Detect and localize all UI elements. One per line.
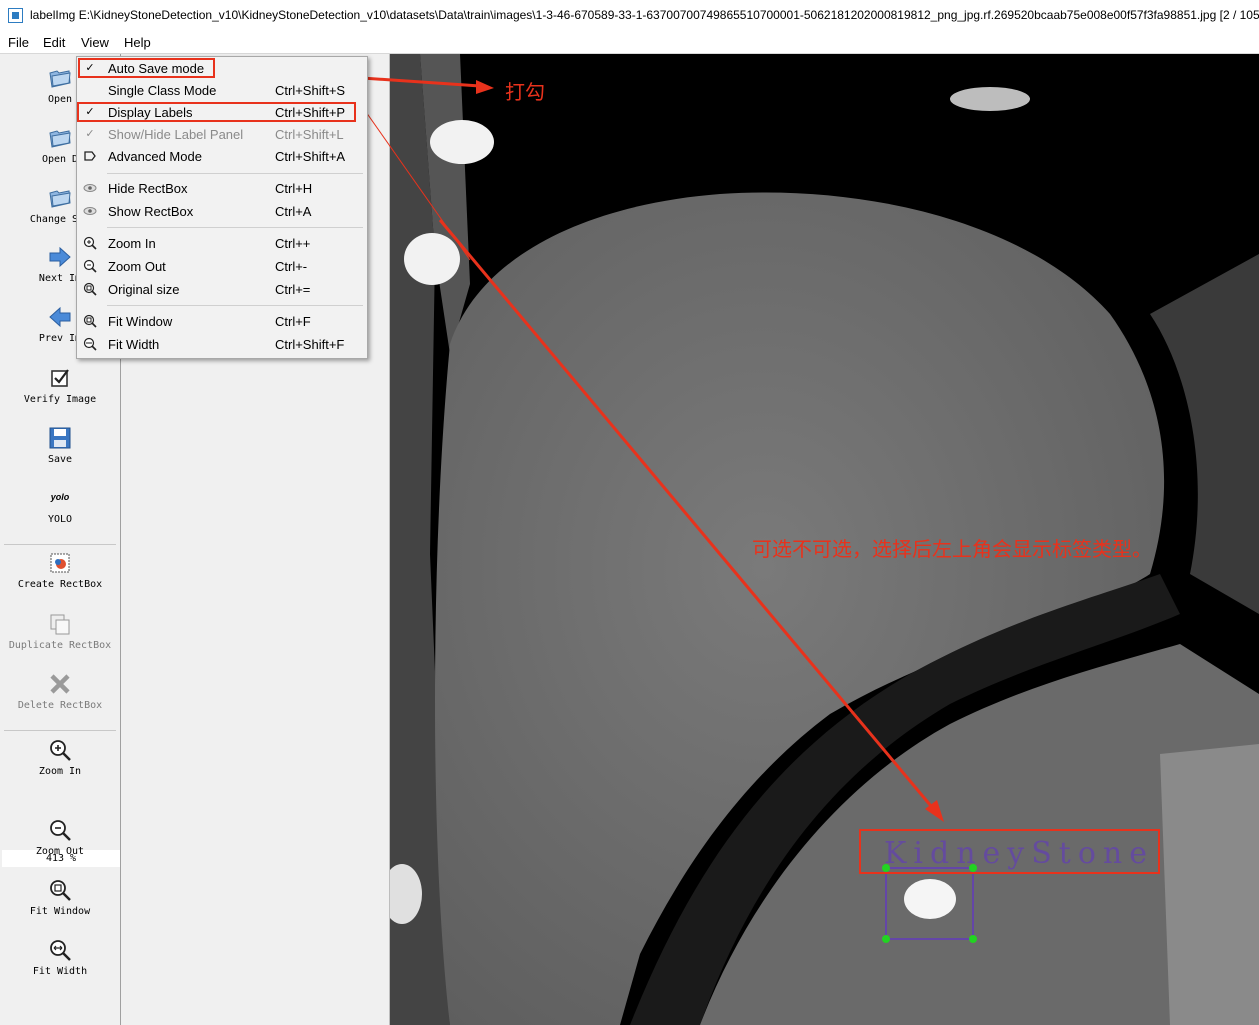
- delete-x-icon: [50, 674, 70, 694]
- checkmark-icon: ✓: [85, 128, 95, 140]
- app-icon: [8, 8, 23, 23]
- fit-window-icon: [50, 880, 71, 901]
- menu-item-shortcut: Ctrl+Shift+F: [275, 337, 345, 352]
- menu-item-label: Zoom Out: [108, 259, 166, 274]
- yolo-label: YOLO: [47, 514, 73, 525]
- zoom-out-label: Zoom Out: [35, 846, 85, 857]
- original-size-icon: [83, 282, 97, 296]
- menu-item-fit-window[interactable]: Fit Window Ctrl+F: [77, 311, 367, 333]
- fit-width-icon: [83, 337, 97, 351]
- menu-item-shortcut: Ctrl+A: [275, 204, 312, 219]
- menu-item-label: Single Class Mode: [108, 83, 217, 98]
- create-rectbox-label: Create RectBox: [17, 579, 103, 590]
- eye-icon: [83, 181, 97, 195]
- check-annotation: 打勾: [505, 80, 545, 104]
- display-labels-annotation: 可选不可选，选择后左上角会显示标签类型。: [752, 537, 1152, 561]
- folder-open-icon: [49, 130, 71, 148]
- menu-item-shortcut: Ctrl+-: [275, 259, 308, 274]
- menu-item-zoom-out[interactable]: Zoom Out Ctrl+-: [77, 256, 367, 278]
- menu-item-zoom-in[interactable]: Zoom In Ctrl++: [77, 233, 367, 255]
- save-label: Save: [47, 454, 73, 465]
- menu-item-label: Zoom In: [108, 236, 156, 251]
- menu-item-shortcut: Ctrl+F: [275, 314, 311, 329]
- auto-save-highlight-box: [78, 58, 215, 78]
- arrow-right-icon: [49, 246, 71, 268]
- fit-width-label: Fit Width: [32, 966, 88, 977]
- folder-open-icon: [49, 190, 71, 208]
- yolo-icon: yolo: [50, 492, 70, 502]
- menu-item-label: Hide RectBox: [108, 181, 188, 196]
- menu-item-fit-width[interactable]: Fit Width Ctrl+Shift+F: [77, 334, 367, 356]
- create-rectbox-icon: [50, 553, 70, 573]
- delete-rectbox-button[interactable]: Delete RectBox: [0, 672, 120, 711]
- zoom-in-icon: [83, 236, 97, 250]
- menu-view[interactable]: View: [81, 35, 109, 50]
- fit-window-button[interactable]: Fit Window: [0, 878, 120, 917]
- menu-item-single-class-mode[interactable]: Single Class Mode Ctrl+Shift+S: [77, 80, 367, 102]
- yolo-format-button[interactable]: yolo YOLO: [0, 490, 120, 525]
- menu-item-shortcut: Ctrl++: [275, 236, 311, 251]
- verify-image-label: Verify Image: [23, 394, 97, 405]
- create-rectbox-button[interactable]: Create RectBox: [0, 551, 120, 590]
- title-bar: labelImg E:\KidneyStoneDetection_v10\Kid…: [0, 0, 1259, 31]
- menu-separator: [107, 305, 363, 306]
- menu-item-label: Original size: [108, 282, 180, 297]
- zoom-out-icon: [50, 820, 71, 841]
- delete-rectbox-label: Delete RectBox: [17, 700, 103, 711]
- menu-separator: [107, 173, 363, 174]
- toolbar-separator: [4, 544, 116, 545]
- menu-item-shortcut: Ctrl+=: [275, 282, 311, 297]
- menu-help[interactable]: Help: [124, 35, 151, 50]
- folder-open-icon: [49, 70, 71, 88]
- duplicate-rectbox-label: Duplicate RectBox: [8, 640, 112, 651]
- menu-item-label: Show RectBox: [108, 204, 194, 219]
- menu-item-label: Fit Width: [108, 337, 160, 352]
- menu-separator: [107, 227, 363, 228]
- menu-item-advanced-mode[interactable]: Advanced Mode Ctrl+Shift+A: [77, 146, 367, 168]
- menu-item-shortcut: Ctrl+Shift+L: [275, 127, 344, 142]
- menu-item-show-rectbox[interactable]: Show RectBox Ctrl+A: [77, 201, 367, 223]
- zoom-out-icon: [83, 259, 97, 273]
- zoom-in-button[interactable]: Zoom In: [0, 738, 120, 777]
- menu-file[interactable]: File: [8, 35, 29, 50]
- zoom-in-label: Zoom In: [38, 766, 82, 777]
- menu-item-shortcut: Ctrl+Shift+S: [275, 83, 346, 98]
- fit-width-icon: [50, 940, 71, 961]
- menu-item-show-hide-label-panel[interactable]: ✓ Show/Hide Label Panel Ctrl+Shift+L: [77, 124, 367, 146]
- menu-bar: File Edit View Help: [0, 31, 1259, 54]
- checkbox-icon: [51, 369, 69, 387]
- menu-item-hide-rectbox[interactable]: Hide RectBox Ctrl+H: [77, 178, 367, 200]
- arrow-left-icon: [49, 306, 71, 328]
- zoom-out-button[interactable]: Zoom Out: [0, 818, 120, 857]
- toolbar-separator: [4, 730, 116, 731]
- menu-item-label: Fit Window: [108, 314, 173, 329]
- duplicate-rectbox-button[interactable]: Duplicate RectBox: [0, 612, 120, 651]
- window-title: labelImg E:\KidneyStoneDetection_v10\Kid…: [30, 8, 1259, 22]
- menu-item-shortcut: Ctrl+H: [275, 181, 313, 196]
- floppy-disk-icon: [49, 427, 71, 449]
- menu-item-shortcut: Ctrl+Shift+A: [275, 149, 346, 164]
- menu-item-label: Show/Hide Label Panel: [108, 127, 244, 142]
- verify-image-button[interactable]: Verify Image: [0, 366, 120, 405]
- advanced-mode-icon: [83, 149, 97, 163]
- menu-edit[interactable]: Edit: [43, 35, 65, 50]
- fit-width-button[interactable]: Fit Width: [0, 938, 120, 977]
- display-labels-highlight-box: [77, 102, 356, 122]
- save-button[interactable]: Save: [0, 426, 120, 465]
- eye-icon: [83, 204, 97, 218]
- label-highlight-box: [859, 829, 1160, 874]
- copy-icon: [50, 614, 70, 635]
- zoom-in-icon: [50, 740, 71, 761]
- menu-item-label: Advanced Mode: [108, 149, 202, 164]
- menu-item-original-size[interactable]: Original size Ctrl+=: [77, 279, 367, 301]
- fit-window-icon: [83, 314, 97, 328]
- fit-window-label: Fit Window: [29, 906, 91, 917]
